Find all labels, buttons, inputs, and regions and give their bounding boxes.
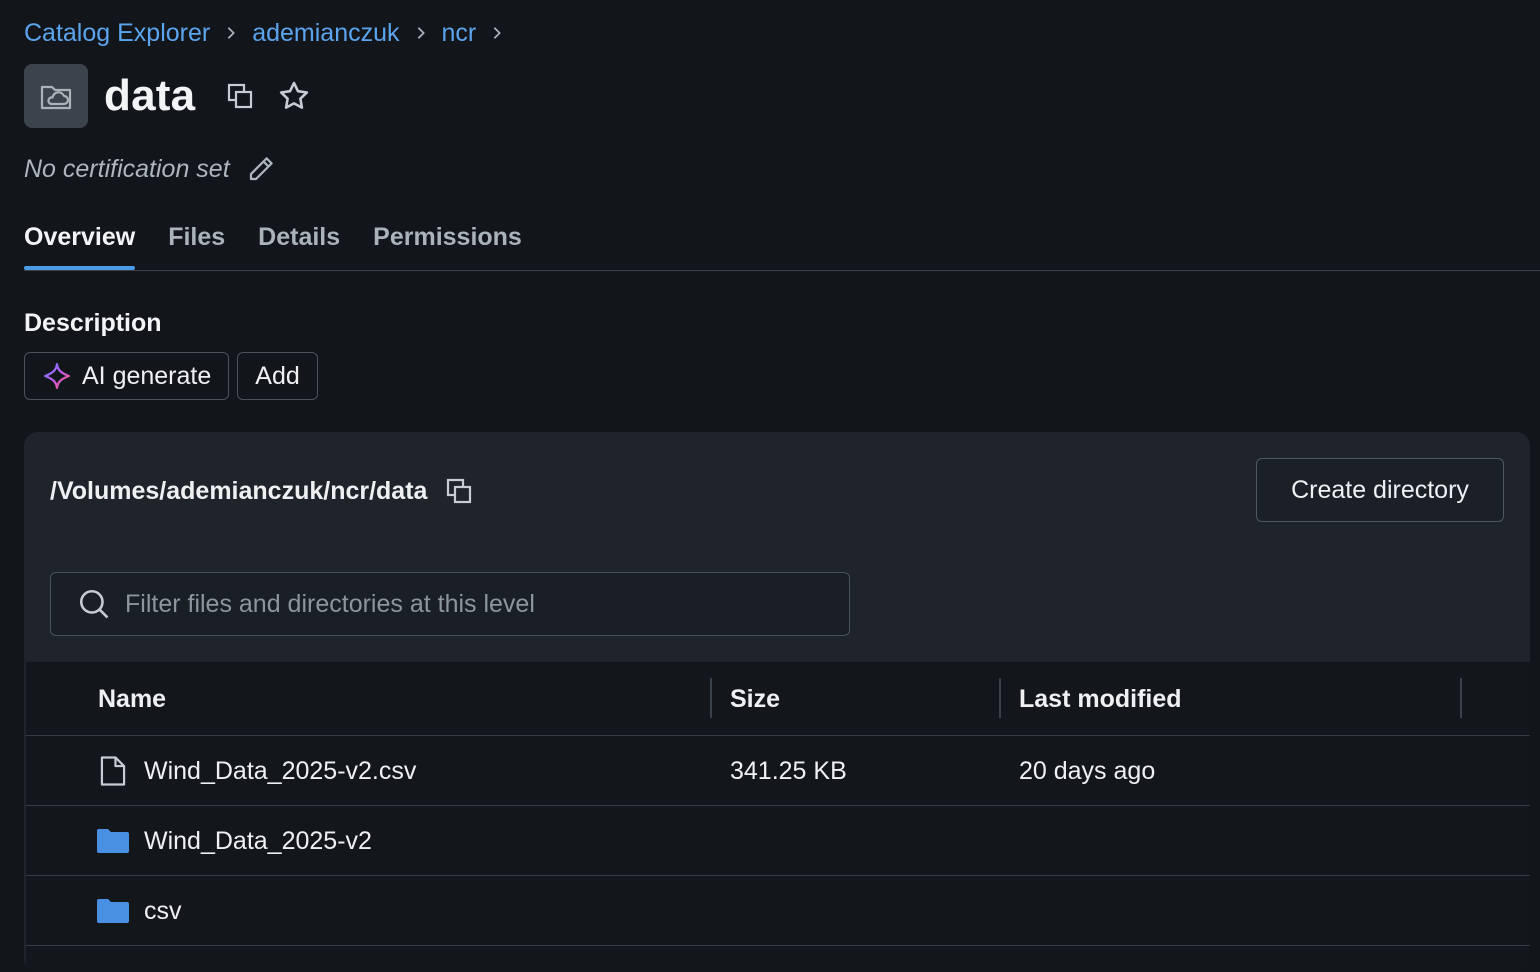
- file-icon: [96, 754, 130, 788]
- tab-bar: Overview Files Details Permissions: [24, 212, 555, 270]
- ai-generate-label: AI generate: [82, 361, 212, 390]
- filter-search-box: [50, 572, 850, 636]
- tab-permissions[interactable]: Permissions: [373, 212, 522, 270]
- add-description-button[interactable]: Add: [237, 352, 318, 400]
- copy-icon[interactable]: [221, 77, 259, 115]
- column-resize-handle[interactable]: [1460, 678, 1462, 718]
- star-icon[interactable]: [275, 77, 313, 115]
- breadcrumb: Catalog Explorer ademianczuk ncr: [24, 17, 518, 49]
- table-row[interactable]: Wind_Data_2025-v2: [26, 806, 1530, 876]
- volume-cloud-icon: [24, 64, 88, 128]
- table-row[interactable]: csv: [26, 876, 1530, 946]
- chevron-right-icon: [210, 26, 252, 40]
- files-table: Name Size Last modified Wind_Data_2025-v…: [26, 662, 1530, 972]
- create-directory-button[interactable]: Create directory: [1256, 458, 1504, 522]
- column-header-last-modified[interactable]: Last modified: [1019, 662, 1182, 736]
- certification-row: No certification set: [24, 150, 276, 188]
- copy-icon[interactable]: [444, 476, 474, 506]
- size-cell: 341.25 KB: [730, 756, 847, 785]
- breadcrumb-schema[interactable]: ncr: [442, 19, 477, 48]
- column-header-size[interactable]: Size: [730, 662, 780, 736]
- table-row[interactable]: Wind_Data_2025-v2.csv 341.25 KB 20 days …: [26, 736, 1530, 806]
- ai-generate-button[interactable]: AI generate: [24, 352, 230, 400]
- search-icon: [77, 587, 111, 621]
- pencil-icon[interactable]: [246, 154, 276, 184]
- volume-browser-panel: /Volumes/ademianczuk/ncr/data Create dir…: [24, 432, 1530, 972]
- folder-icon: [96, 894, 130, 928]
- sparkle-icon: [42, 361, 72, 391]
- tab-details[interactable]: Details: [258, 212, 340, 270]
- breadcrumb-catalog-explorer[interactable]: Catalog Explorer: [24, 19, 210, 48]
- column-resize-handle[interactable]: [710, 678, 712, 718]
- title-row: data: [24, 64, 313, 128]
- folder-name[interactable]: Wind_Data_2025-v2: [144, 827, 372, 856]
- table-header: Name Size Last modified: [26, 662, 1530, 736]
- modified-cell: 20 days ago: [1019, 756, 1156, 785]
- folder-icon: [96, 824, 130, 858]
- column-header-name[interactable]: Name: [98, 662, 166, 736]
- volume-path: /Volumes/ademianczuk/ncr/data: [50, 476, 428, 505]
- description-heading: Description: [24, 309, 162, 337]
- filter-input[interactable]: [125, 589, 825, 619]
- chevron-right-icon: [476, 26, 518, 40]
- page-title: data: [104, 71, 196, 120]
- name-cell: Wind_Data_2025-v2.csv: [96, 736, 416, 806]
- name-cell: Wind_Data_2025-v2: [96, 806, 372, 876]
- chevron-right-icon: [400, 26, 442, 40]
- column-resize-handle[interactable]: [999, 678, 1001, 718]
- certification-status: No certification set: [24, 154, 230, 183]
- breadcrumb-catalog[interactable]: ademianczuk: [252, 19, 399, 48]
- description-actions: AI generate Add: [24, 352, 318, 400]
- file-name[interactable]: Wind_Data_2025-v2.csv: [144, 757, 416, 786]
- volume-path-row: /Volumes/ademianczuk/ncr/data: [50, 470, 474, 512]
- tabs-divider: [24, 270, 1540, 271]
- folder-name[interactable]: csv: [144, 897, 182, 926]
- tab-overview[interactable]: Overview: [24, 212, 136, 270]
- name-cell: csv: [96, 876, 182, 946]
- tab-files[interactable]: Files: [168, 212, 225, 270]
